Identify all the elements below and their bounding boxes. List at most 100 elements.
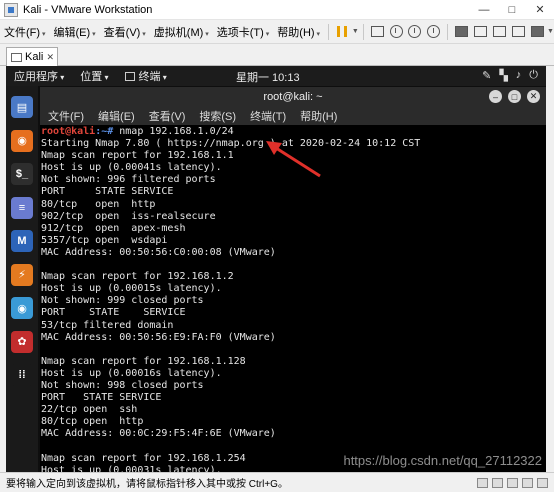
pause-button[interactable] (334, 23, 351, 41)
places-menu[interactable]: 位置 (72, 68, 116, 84)
terminal-window-controls: – □ ✕ (489, 90, 540, 103)
terminal-minimize-icon[interactable]: – (489, 90, 502, 103)
files-icon[interactable]: ▤ (11, 96, 33, 118)
terminal-output-line: 53/tcp filtered domain (41, 319, 174, 331)
terminal-output-line: PORT STATE SERVICE (41, 307, 186, 319)
metasploit-icon[interactable]: M (11, 230, 33, 252)
fullscreen-button[interactable] (491, 23, 508, 41)
hdd-icon[interactable] (477, 477, 488, 488)
device-icons (477, 477, 548, 488)
power-icon[interactable]: ⏻ (529, 69, 538, 82)
menu-vm[interactable]: 虚拟机(M) (150, 24, 213, 40)
terminal-app-menu[interactable]: 终端 (117, 68, 175, 84)
terminal-titlebar[interactable]: root@kali: ~ – □ ✕ (40, 87, 546, 107)
display-icon[interactable] (537, 477, 548, 488)
terminal-menu-help[interactable]: 帮助(H) (292, 108, 343, 124)
tab-kali[interactable]: Kali ✕ (6, 47, 58, 66)
dock: ▤ ◉ $_ ≡ M ⚡ ◉ ✿ ⁞⁞ (6, 86, 38, 472)
command-prompt-line: root@kali:~# nmap 192.168.1.0/24 (41, 126, 546, 138)
terminal-output-line: 5357/tcp open wsdapi (41, 234, 168, 246)
usb-icon[interactable] (507, 477, 518, 488)
terminal-output-line: MAC Address: 00:50:56:C0:00:08 (VMware) (41, 246, 276, 258)
terminal-output-line: Host is up (0.00015s latency). (41, 283, 222, 295)
tab-close-icon[interactable]: ✕ (46, 52, 54, 63)
clock[interactable]: 星期一 10:13 (236, 69, 300, 85)
thumbnail-icon (474, 26, 488, 37)
cherrytree-icon[interactable]: ✿ (11, 330, 33, 353)
terminal-icon[interactable]: $_ (11, 163, 33, 185)
terminal-menu-terminal[interactable]: 终端(T) (242, 108, 292, 124)
terminal-title: root@kali: ~ (263, 91, 323, 103)
terminal-output-line: Starting Nmap 7.80 ( https://nmap.org ) … (41, 138, 421, 150)
terminal-output-line: 80/tcp open http (41, 198, 156, 210)
pause-icon (337, 26, 348, 37)
terminal-menu-search[interactable]: 搜索(S) (191, 108, 242, 124)
guest-screen[interactable]: 应用程序 位置 终端 星期一 10:13 ✎ ▚ ♪ ⏻ ▤ ◉ $_ ≡ M ⚡ ◉ ✿ ⁞⁞… (6, 66, 546, 472)
network-adapter-icon[interactable] (492, 477, 503, 488)
unity-icon (512, 26, 526, 37)
notes-icon[interactable]: ≡ (11, 196, 33, 219)
terminal-menu-file[interactable]: 文件(F) (40, 108, 90, 124)
toolbar-separator (328, 23, 329, 40)
manager-icon (427, 25, 441, 38)
terminal-output-line: Nmap scan report for 192.168.1.128 (41, 355, 246, 367)
send-ctrl-alt-del-button[interactable] (369, 23, 386, 41)
eye-icon[interactable]: ◉ (11, 297, 33, 319)
library-button[interactable] (453, 23, 470, 41)
vmware-titlebar: Kali - VMware Workstation — □ ✕ (0, 0, 554, 20)
terminal-close-icon[interactable]: ✕ (527, 90, 540, 103)
terminal-output-line: Host is up (0.00016s latency). (41, 367, 222, 379)
menu-file[interactable]: 文件(F) (0, 24, 50, 40)
menu-view[interactable]: 查看(V) (100, 24, 150, 40)
close-button[interactable]: ✕ (526, 0, 554, 20)
terminal-menu-view[interactable]: 查看(V) (141, 108, 192, 124)
snapshot-button[interactable] (388, 23, 405, 41)
firefox-icon[interactable]: ◉ (11, 129, 33, 152)
vmware-app-icon (4, 2, 18, 17)
snapshot-icon (389, 25, 403, 38)
watermark: https://blog.csdn.net/qq_27112322 (343, 453, 542, 468)
network-icon[interactable]: ▚ (499, 69, 507, 82)
pen-icon[interactable]: ✎ (482, 69, 491, 82)
burpsuite-icon[interactable]: ⚡ (11, 263, 33, 286)
prompt-path: :~# (95, 126, 114, 137)
terminal-small-icon (124, 72, 135, 81)
chevron-down-icon[interactable]: ▼ (547, 28, 554, 35)
fullscreen-icon (493, 26, 507, 37)
unity-button[interactable] (510, 23, 527, 41)
terminal-output-line: MAC Address: 00:50:56:E9:FA:F0 (VMware) (41, 331, 276, 343)
console-icon (531, 26, 545, 37)
terminal-output-line: 902/tcp open iss-realsecure (41, 210, 216, 222)
menu-help[interactable]: 帮助(H) (273, 24, 324, 40)
snapshot-manager-button[interactable] (425, 23, 442, 41)
terminal-output-line: Not shown: 996 filtered ports (41, 174, 216, 186)
maximize-button[interactable]: □ (498, 0, 526, 20)
show-apps-icon[interactable]: ⁞⁞ (11, 364, 33, 386)
thumbnail-button[interactable] (472, 23, 489, 41)
terminal-output-line: Not shown: 998 closed ports (41, 379, 204, 391)
terminal-maximize-icon[interactable]: □ (508, 90, 521, 103)
revert-snapshot-button[interactable] (407, 23, 424, 41)
sound-icon[interactable] (522, 477, 533, 488)
library-icon (455, 26, 469, 37)
command-text: nmap 192.168.1.0/24 (113, 126, 234, 137)
terminal-output-line: Not shown: 999 closed ports (41, 295, 204, 307)
menu-tabs[interactable]: 选项卡(T) (213, 24, 274, 40)
minimize-button[interactable]: — (470, 0, 498, 20)
window-controls: — □ ✕ (470, 0, 554, 20)
chevron-down-icon[interactable]: ▼ (352, 28, 359, 35)
applications-menu[interactable]: 应用程序 (6, 68, 72, 84)
terminal-output-line: Nmap scan report for 192.168.1.1 (41, 150, 234, 162)
volume-icon[interactable]: ♪ (516, 69, 522, 82)
revert-icon (408, 25, 422, 38)
terminal-menu-edit[interactable]: 编辑(E) (90, 108, 141, 124)
terminal-output[interactable]: root@kali:~# nmap 192.168.1.0/24 Startin… (40, 126, 546, 472)
terminal-window[interactable]: root@kali: ~ – □ ✕ 文件(F) 编辑(E) 查看(V) 搜索(… (40, 87, 546, 472)
terminal-output-line: 912/tcp open apex-mesh (41, 222, 186, 234)
menu-edit[interactable]: 编辑(E) (50, 24, 100, 40)
console-view-button[interactable] (529, 23, 546, 41)
terminal-output-line: PORT STATE SERVICE (41, 392, 162, 404)
terminal-output-line: 80/tcp open http (41, 416, 144, 428)
vmware-menubar: 文件(F) 编辑(E) 查看(V) 虚拟机(M) 选项卡(T) 帮助(H) ▼ … (0, 20, 554, 44)
